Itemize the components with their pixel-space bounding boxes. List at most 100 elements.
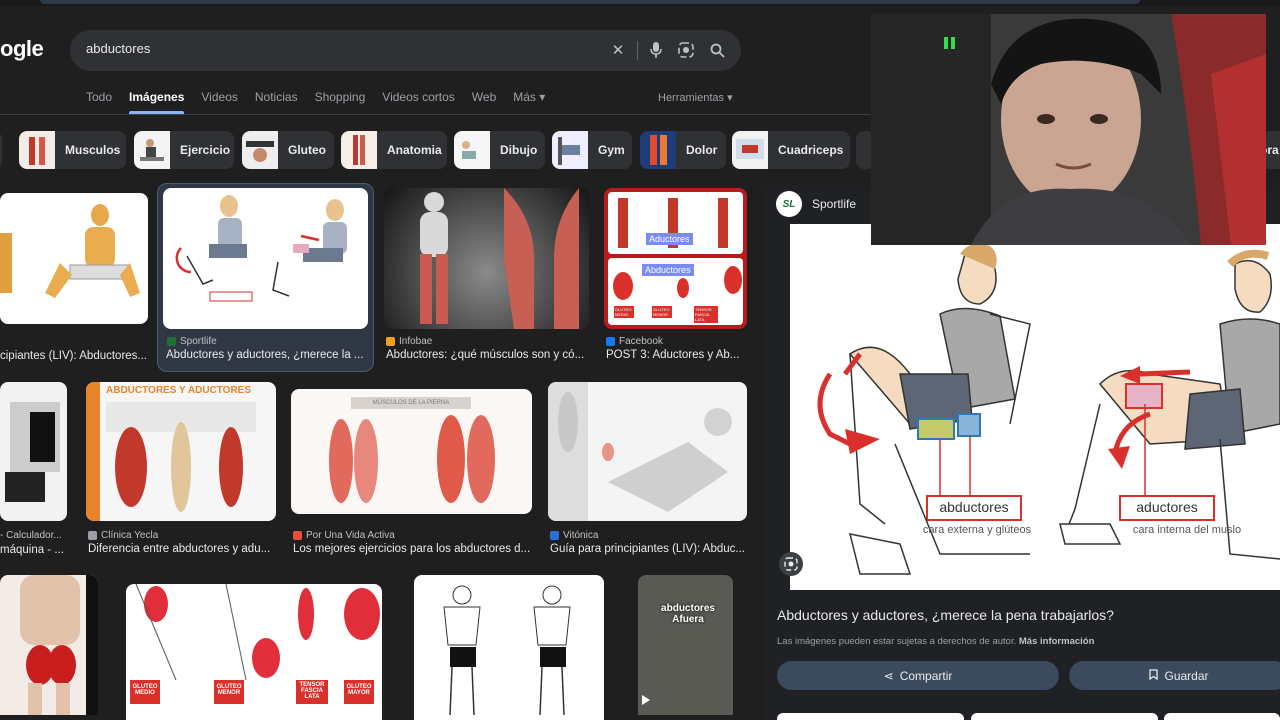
fb-tag-2: GLUTEO MENOR	[652, 306, 672, 318]
webcam-feed	[871, 14, 1266, 245]
preview-source[interactable]: Sportlife	[812, 197, 856, 211]
muscle-tag-4: GLUTEO MAYOR	[344, 680, 374, 704]
result-title: Abductores: ¿qué músculos son y có...	[386, 349, 585, 361]
tab-videos[interactable]: Videos	[201, 90, 237, 110]
bookmark-icon	[1149, 668, 1159, 683]
preview-title[interactable]: Abductores y aductores, ¿merece la pena …	[777, 607, 1114, 623]
chip-label: Dibujo	[500, 143, 538, 157]
chip-ejercicio[interactable]: Ejercicio	[134, 131, 234, 169]
upper-panel: Aductores	[608, 192, 743, 254]
body-figures-illustration	[443, 585, 571, 716]
result-source-label: - Calculador...	[0, 530, 62, 541]
result-title: POST 3: Aductores y Ab...	[606, 349, 740, 361]
video-caption: abductores Afuera	[661, 603, 715, 625]
result-source-label: Clínica Yecla	[101, 530, 159, 541]
chip-anatomia[interactable]: Anatomia	[341, 131, 447, 169]
visual-search-icon[interactable]	[779, 552, 803, 576]
chip-label: Gym	[598, 143, 625, 157]
result-card-r2c3[interactable]: MÚSCULOS DE LA PIERNA Por Una Vida Activ…	[291, 389, 532, 558]
result-title: máquina - ...	[0, 544, 64, 556]
result-image: abductores Afuera	[638, 575, 733, 715]
result-source: - Calculador...	[0, 530, 62, 541]
chip-label: Ejercicio	[180, 143, 231, 157]
result-source: Vitónica	[550, 530, 598, 541]
tools-button[interactable]: Herramientas ▾	[658, 91, 733, 104]
search-icon[interactable]	[707, 40, 727, 60]
tab-todo[interactable]: Todo	[86, 90, 112, 110]
chip-gluteo[interactable]: Gluteo	[242, 131, 334, 169]
back-muscles-illustration	[20, 575, 98, 715]
more-info-link[interactable]: Más información	[1019, 636, 1095, 647]
chip-dibujo[interactable]: Dibujo	[454, 131, 545, 169]
orange-strip	[86, 382, 100, 521]
fb-abductores-label: Abductores	[642, 264, 694, 276]
chip-label: Musculos	[65, 143, 121, 157]
muscle-tag-3: TENSOR FASCIA LATA	[296, 680, 328, 704]
google-logo[interactable]: ogle	[0, 36, 44, 62]
result-card-r3c1[interactable]	[0, 575, 98, 715]
related-thumb-1[interactable]	[777, 713, 964, 720]
tab-imagenes[interactable]: Imágenes	[129, 90, 185, 114]
result-card-r3c2[interactable]: GLUTEO MEDIO GLUTEO MENOR TENSOR FASCIA …	[126, 584, 382, 720]
result-image: Aductores Abductores GLUTEO MEDIO GLUTEO…	[604, 188, 747, 329]
clear-icon[interactable]: ✕	[608, 40, 628, 60]
preview-image[interactable]: abductores cara externa y glúteos aducto…	[790, 224, 1280, 590]
result-card-r1c3[interactable]: Infobae Abductores: ¿qué músculos son y …	[384, 188, 589, 366]
tab-web[interactable]: Web	[472, 90, 496, 110]
result-image	[0, 382, 67, 521]
result-card-r3c3[interactable]	[414, 575, 604, 720]
result-card-r1c1[interactable]: cipiantes (LIV): Abductores...	[0, 193, 148, 365]
yecla-heading: ABDUCTORES Y ADUCTORES	[106, 385, 252, 396]
result-source: Infobae	[386, 336, 432, 347]
result-card-r2c4[interactable]: Vitónica Guía para principiantes (LIV): …	[548, 382, 747, 558]
chip-thumb	[341, 131, 377, 169]
chip-musculos[interactable]: Musculos	[19, 131, 126, 169]
share-icon: ⋖	[883, 668, 894, 683]
result-image	[384, 188, 589, 329]
result-card-r1c2[interactable]: Sportlife Abductores y aductores, ¿merec…	[163, 188, 368, 366]
fb-tag-1: GLUTEO MEDIO	[614, 306, 634, 318]
related-thumb-3[interactable]	[1164, 713, 1280, 720]
play-icon	[642, 695, 650, 705]
muscle-tag-2: GLUTEO MENOR	[214, 680, 244, 704]
share-button[interactable]: ⋖ Compartir	[777, 661, 1059, 690]
result-image	[163, 188, 368, 329]
result-title: Abductores y aductores, ¿merece la ...	[166, 349, 364, 361]
preview-sub-abductores: cara externa y glúteos	[922, 524, 1032, 536]
chip-gym[interactable]: Gym	[552, 131, 632, 169]
lens-icon[interactable]	[676, 40, 696, 60]
vida-activa-favicon	[293, 531, 302, 540]
search-box[interactable]: ✕	[70, 30, 741, 71]
fb-aductores-label: Aductores	[646, 233, 693, 245]
tab-shopping[interactable]: Shopping	[315, 90, 366, 110]
sportlife-logo: SL	[776, 191, 802, 217]
preview-label-aductores: aductores	[1136, 499, 1198, 515]
result-card-r3c4[interactable]: abductores Afuera	[638, 575, 733, 715]
chip-partial[interactable]	[0, 131, 2, 169]
preview-header: SL Sportlife	[776, 191, 856, 217]
chip-thumb	[552, 131, 588, 169]
tab-videos-cortos[interactable]: Videos cortos	[382, 90, 455, 110]
pause-indicator	[944, 37, 956, 49]
chip-dolor[interactable]: Dolor	[640, 131, 726, 169]
hip-muscles-illustration	[106, 402, 256, 512]
chip-cuadriceps[interactable]: Cuadriceps	[732, 131, 850, 169]
chip-thumb	[732, 131, 768, 169]
tab-mas[interactable]: Más ▾	[513, 90, 545, 110]
save-button[interactable]: Guardar	[1069, 661, 1280, 690]
result-card-r2c1[interactable]: - Calculador... máquina - ...	[0, 382, 67, 558]
microphone-icon[interactable]	[646, 40, 666, 60]
result-image: GLUTEO MEDIO GLUTEO MENOR TENSOR FASCIA …	[126, 584, 382, 720]
search-input[interactable]	[86, 41, 586, 56]
result-source: Facebook	[606, 336, 663, 347]
result-source: Por Una Vida Activa	[293, 530, 395, 541]
browser-top-strip	[0, 0, 1280, 6]
result-source: Clínica Yecla	[88, 530, 158, 541]
result-card-r1c4[interactable]: Aductores Abductores GLUTEO MEDIO GLUTEO…	[604, 188, 747, 366]
yecla-favicon	[88, 531, 97, 540]
tab-noticias[interactable]: Noticias	[255, 90, 298, 110]
chip-label: Cuadriceps	[778, 143, 844, 157]
result-card-r2c2[interactable]: ABDUCTORES Y ADUCTORES Clínica Yecla Dif…	[86, 382, 276, 558]
related-thumb-2[interactable]	[971, 713, 1158, 720]
result-title: Los mejores ejercicios para los abductor…	[293, 543, 531, 555]
